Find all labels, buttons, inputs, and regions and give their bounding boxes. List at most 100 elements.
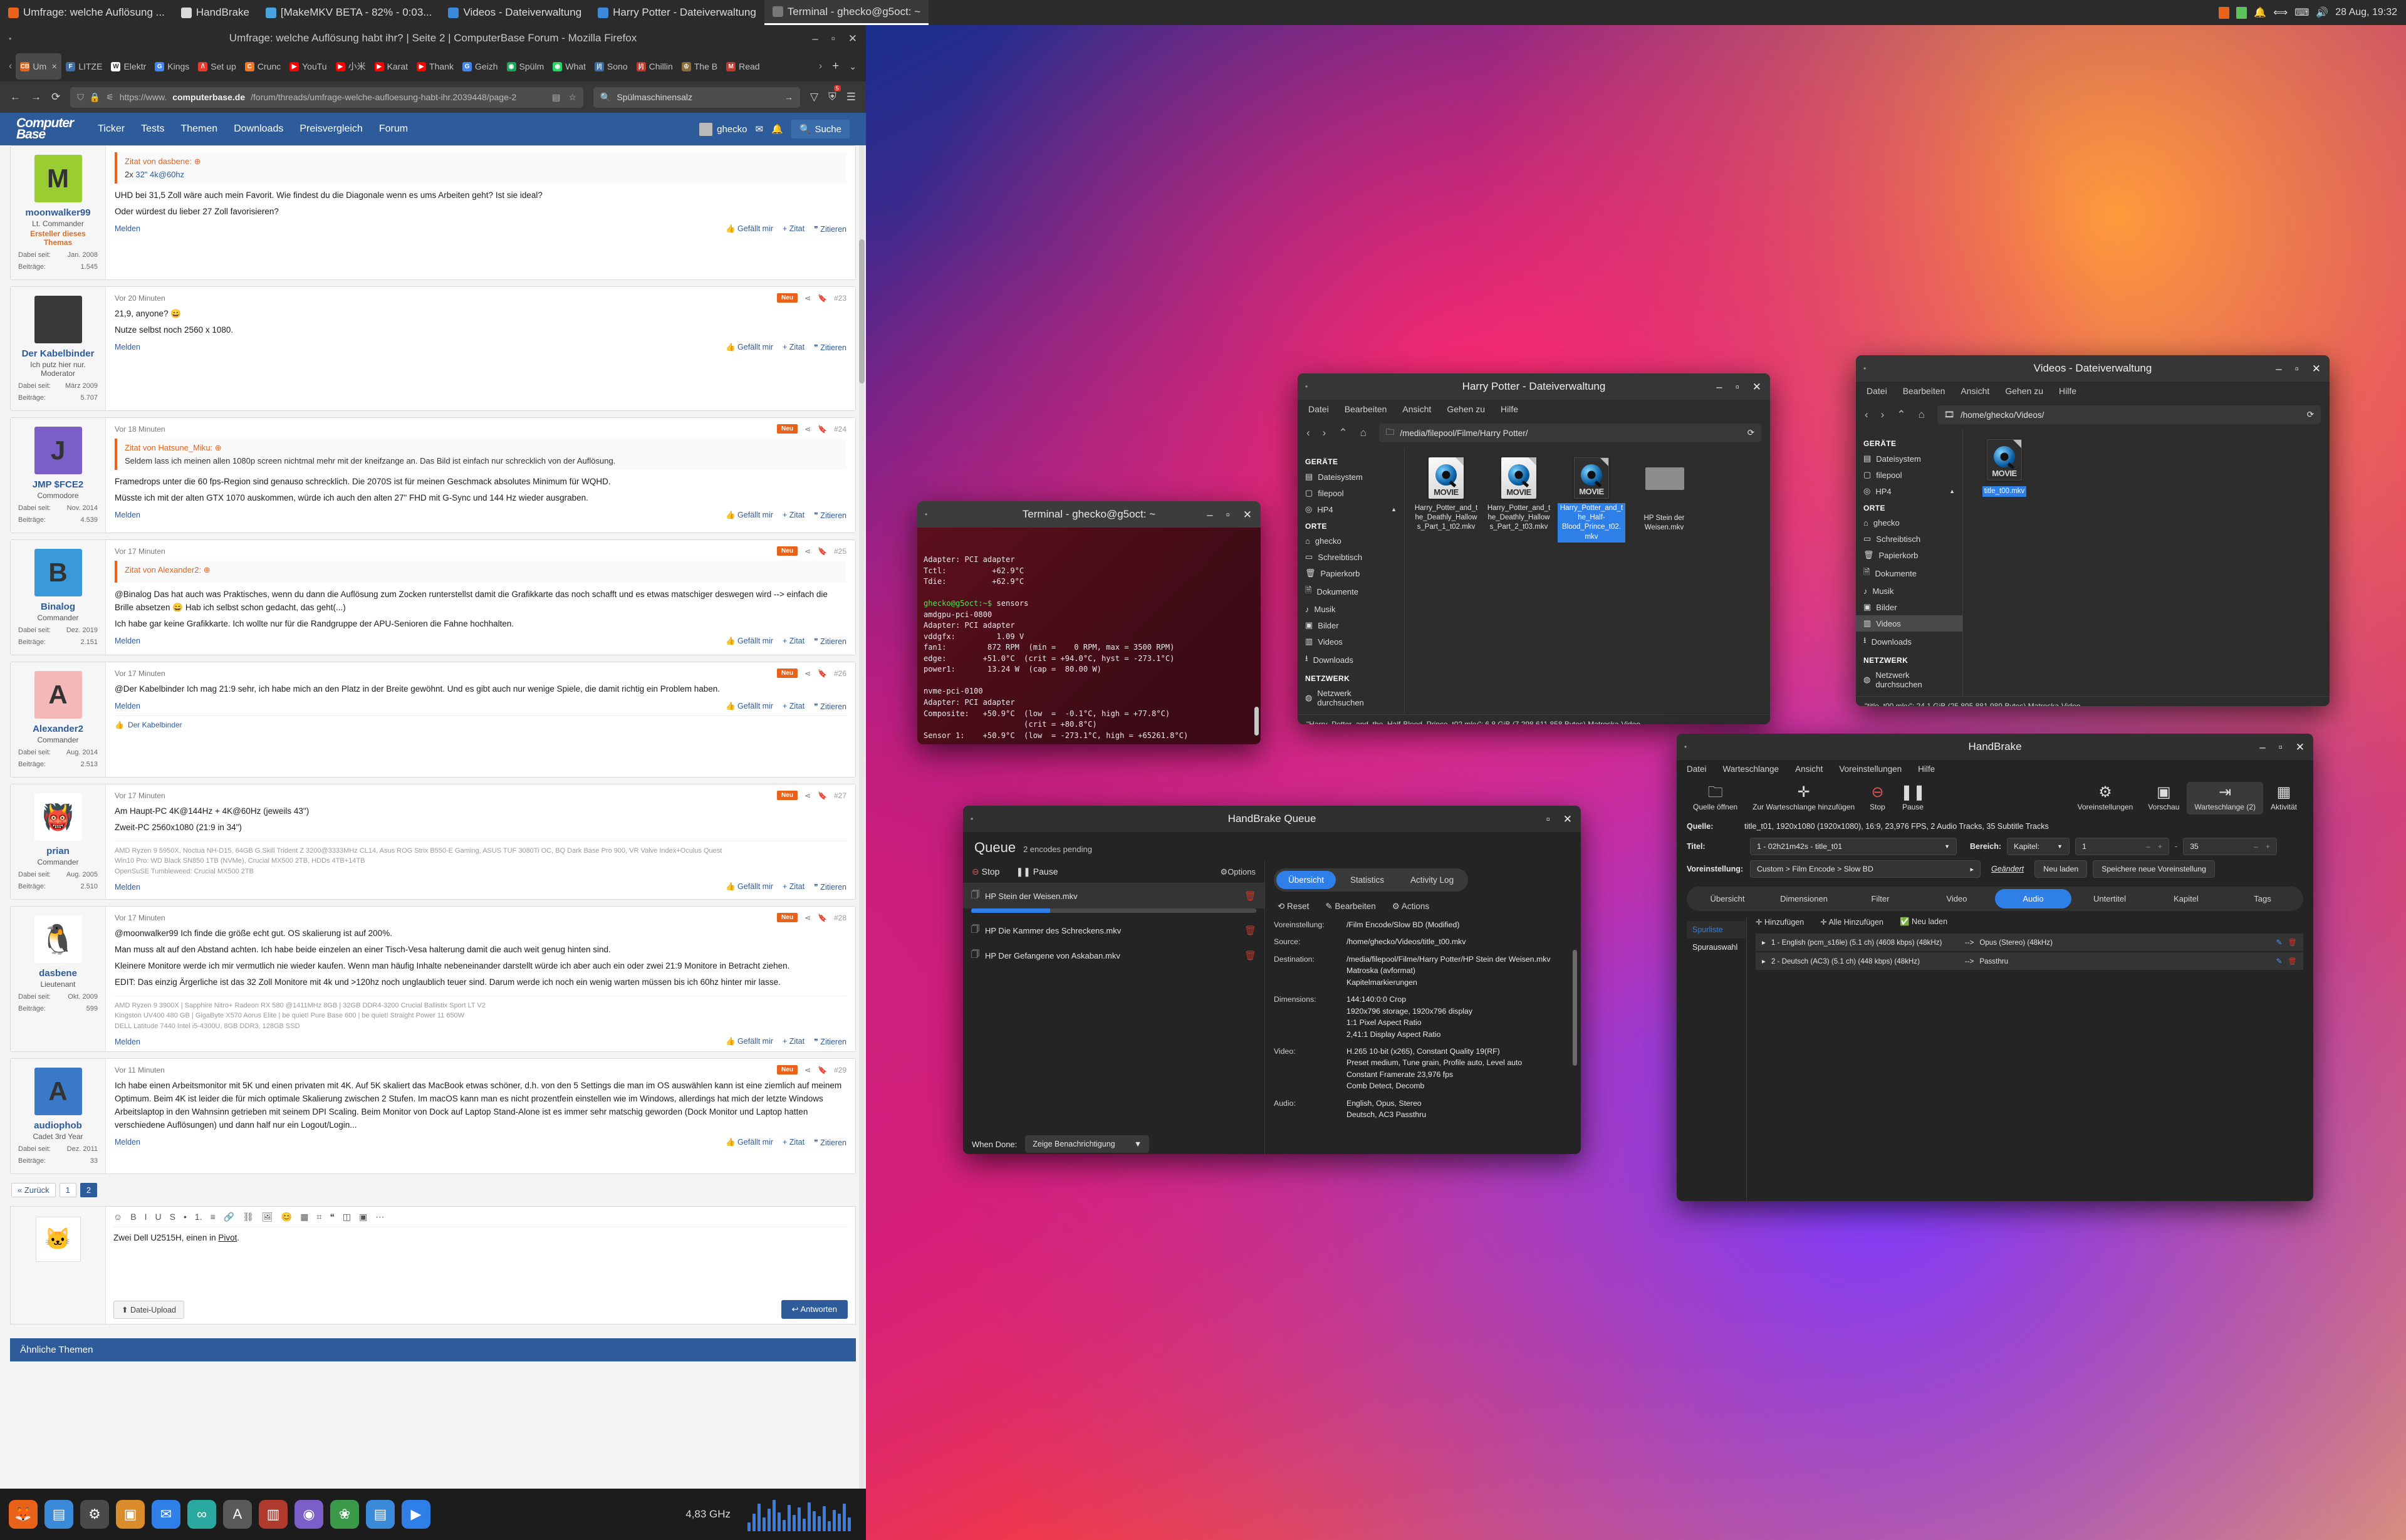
browser-tab-3[interactable]: GKings [150, 53, 194, 80]
hbm-menubar[interactable]: DateiWarteschlangeAnsichtVoreinstellunge… [1677, 760, 2313, 778]
quote-header[interactable]: Zitat von Alexander2: ⊕ [125, 565, 839, 575]
bookmark-icon[interactable]: 🔖 [818, 669, 827, 678]
dock-infinity-icon[interactable]: ∞ [187, 1500, 216, 1529]
report-button[interactable]: Melden [115, 1138, 140, 1147]
hbm-window-buttons[interactable]: – ▫ ✕ [2259, 742, 2304, 752]
fm-menubar[interactable]: DateiBearbeitenAnsichtGehen zuHilfe [1298, 400, 1770, 419]
post-actions[interactable]: 👍 Gefällt mir+ Zitat❞ Zitieren [726, 343, 846, 352]
close-icon[interactable]: ✕ [1563, 814, 1572, 825]
share-icon[interactable]: ⋖ [805, 913, 811, 922]
file-name[interactable]: Harry_Potter_and_the_Deathly_Hallows_Par… [1485, 503, 1553, 533]
fm-menu-bearbeiten[interactable]: Bearbeiten [1345, 404, 1387, 414]
firefox-navbar[interactable]: ← → ⟳ ⛉ 🔒 ⚟ https://www.computerbase.de/… [0, 81, 866, 113]
list-number-icon[interactable]: 1. [195, 1212, 202, 1222]
hbq-actions[interactable]: ⟲ Reset✎ Bearbeiten⚙ Actions [1278, 902, 1568, 912]
hbq-queue-items[interactable]: 🗍HP Stein der Weisen.mkv🗑🗍HP Die Kammer … [963, 883, 1264, 968]
avatar[interactable]: J [34, 427, 82, 474]
editor-toolbar[interactable]: ☺BIUS•1.≡🔗⛓🖼😊▦⌗❝◫▣⋯ [113, 1212, 848, 1227]
post-timestamp[interactable]: Vor 17 Minuten [115, 669, 165, 678]
refresh-icon[interactable]: ⟳ [2307, 410, 2314, 420]
post-footer[interactable]: Melden👍 Gefällt mir+ Zitat❞ Zitieren [115, 224, 846, 234]
pager-page-1[interactable]: 1 [60, 1183, 76, 1197]
browser-tab-16[interactable]: MRead [722, 53, 764, 80]
fm-menubar[interactable]: DateiBearbeitenAnsichtGehen zuHilfe [1856, 382, 2330, 400]
dock-folder-icon[interactable]: ▤ [366, 1500, 395, 1529]
quote-link[interactable]: 32" 4k@60hz [135, 170, 184, 179]
firefox-window-buttons[interactable]: – ▫ ✕ [812, 33, 857, 44]
maximize-icon[interactable]: ▫ [2279, 742, 2283, 752]
browser-tab-4[interactable]: /\Set up [194, 53, 240, 80]
refresh-icon[interactable]: ⟳ [1747, 428, 1754, 438]
avatar[interactable]: M [34, 155, 82, 202]
post-timestamp[interactable]: Vor 17 Minuten [115, 791, 165, 800]
fm-sidebar-item-hp4[interactable]: ◎HP4▲ [1856, 483, 1962, 499]
fm-menu-datei[interactable]: Datei [1308, 404, 1329, 414]
maximize-icon[interactable]: ▫ [1546, 814, 1550, 825]
post-timestamp[interactable]: Vor 18 Minuten [115, 425, 165, 434]
maximize-icon[interactable]: ▫ [831, 33, 835, 44]
queue-item-1[interactable]: 🗍HP Die Kammer des Schreckens.mkv🗑 [963, 918, 1264, 943]
post-footer[interactable]: Melden👍 Gefällt mir+ Zitat❞ Zitieren [115, 882, 846, 892]
window-menu-icon[interactable]: • [1677, 742, 1687, 751]
hbm-tool-folder[interactable]: 🗀Quelle öffnen [1685, 782, 1745, 814]
post-timestamp[interactable]: Vor 11 Minuten [115, 1066, 165, 1074]
preset-reload-button[interactable]: Neu laden [2034, 860, 2087, 878]
file-name[interactable]: HP Stein der Weisen.mkv [1630, 513, 1698, 533]
post-action-0[interactable]: 👍 Gefällt mir [726, 343, 773, 352]
plus-icon[interactable]: + [2158, 842, 2162, 851]
hbq-action-bearbeiten[interactable]: ✎ Bearbeiten [1325, 902, 1375, 912]
hbq-controls[interactable]: ⊖ Stop ❚❚ Pause ⚙Options [963, 861, 1264, 883]
share-icon[interactable]: ⋖ [805, 547, 811, 556]
dock-files-icon[interactable]: ▤ [44, 1500, 73, 1529]
code-icon[interactable]: ⌗ [316, 1212, 321, 1222]
table-icon[interactable]: ▦ [300, 1212, 308, 1222]
post-action-1[interactable]: + Zitat [783, 1138, 805, 1147]
post-actions[interactable]: 👍 Gefällt mir+ Zitat❞ Zitieren [726, 637, 846, 646]
fm-window-buttons[interactable]: – ▫ ✕ [1716, 382, 1761, 392]
hbq-scrollbar[interactable] [1573, 950, 1577, 1066]
pagination[interactable]: « Zurück12 [11, 1183, 855, 1197]
fm-sidebar-item-ghecko[interactable]: ⌂ghecko [1298, 533, 1404, 549]
handbrake-queue-window[interactable]: • HandBrake Queue ▫ ✕ Queue 2 encodes pe… [963, 806, 1581, 1154]
delete-icon[interactable]: 🗑 [2288, 938, 2297, 947]
site-nav-item-tests[interactable]: Tests [133, 123, 172, 135]
fm-sidebar-item-schreibtisch[interactable]: ▭Schreibtisch [1298, 549, 1404, 565]
reply-textarea[interactable]: Zwei Dell U2515H, einen in Pivot. [113, 1233, 848, 1293]
task-button-1[interactable]: HandBrake [173, 0, 258, 25]
post-action-0[interactable]: 👍 Gefällt mir [726, 1138, 773, 1147]
browser-tab-5[interactable]: CCrunc [241, 53, 285, 80]
options-button[interactable]: ⚙Options [1221, 867, 1256, 877]
fm-sidebar-item-dokumente[interactable]: 🗎Dokumente [1298, 581, 1404, 601]
eject-icon[interactable]: ▲ [1949, 488, 1955, 494]
liker-name[interactable]: Der Kabelbinder [128, 721, 182, 729]
hbm-tool-stop[interactable]: ⊖Stop [1862, 782, 1893, 814]
battery-icon[interactable] [2236, 7, 2247, 19]
browser-tab-10[interactable]: GGeizh [458, 53, 503, 80]
post-action-0[interactable]: 👍 Gefällt mir [726, 1037, 773, 1046]
file-name[interactable]: title_t00.mkv [1982, 486, 2027, 497]
terminal-scrollbar[interactable] [1254, 707, 1259, 736]
browser-tab-11[interactable]: ◉Spülm [503, 53, 549, 80]
post-action-2[interactable]: ❞ Zitieren [814, 882, 846, 892]
forward-icon[interactable]: → [31, 91, 41, 103]
post-meta-right[interactable]: Neu⋖🔖#29 [777, 1065, 846, 1074]
post-action-2[interactable]: ❞ Zitieren [814, 343, 846, 352]
quote-icon[interactable]: ❝ [330, 1212, 335, 1222]
avatar[interactable]: A [34, 1068, 82, 1115]
window-menu-icon[interactable]: • [963, 814, 973, 823]
post-meta-right[interactable]: Neu⋖🔖#26 [777, 669, 846, 678]
more-icon[interactable]: ⋯ [375, 1212, 384, 1222]
close-icon[interactable]: ✕ [1752, 382, 1761, 392]
hbq-window-buttons[interactable]: ▫ ✕ [1546, 814, 1572, 825]
hbm-tab-video[interactable]: Video [1919, 889, 1995, 908]
hbm-tool-plus[interactable]: ✛Zur Warteschlange hinzufügen [1745, 782, 1862, 814]
browser-tab-12[interactable]: ◉What [548, 53, 590, 80]
bookmark-icon[interactable]: 🔖 [818, 547, 827, 556]
share-icon[interactable]: ⋖ [805, 791, 811, 800]
firefox-window[interactable]: • Umfrage: welche Auflösung habt ihr? | … [0, 25, 866, 1513]
back-icon[interactable]: ← [10, 91, 21, 103]
site-nav-item-preisvergleich[interactable]: Preisvergleich [291, 123, 370, 135]
expand-icon[interactable]: ▸ [1762, 957, 1766, 965]
home-icon[interactable]: ⌂ [1360, 427, 1367, 439]
smiley-icon[interactable]: 😊 [281, 1212, 292, 1222]
